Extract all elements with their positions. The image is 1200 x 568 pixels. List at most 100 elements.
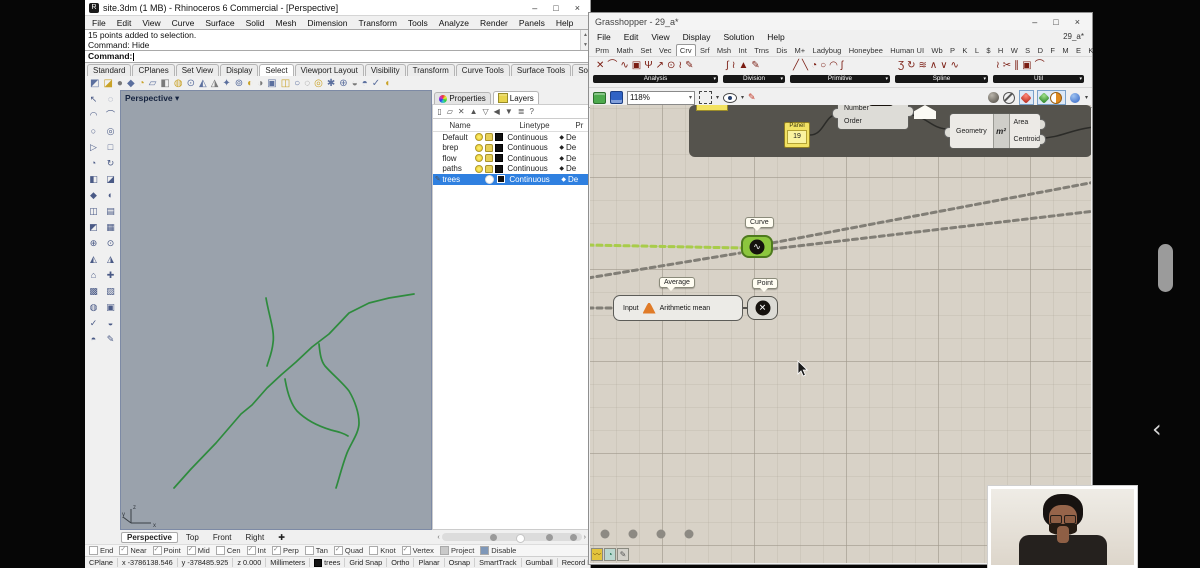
rhino-menu-item[interactable]: Transform bbox=[358, 18, 396, 28]
rhino-side-tool-icon[interactable]: ↻ bbox=[103, 157, 118, 170]
layer-toolbar-icon[interactable]: ▼ bbox=[505, 107, 513, 116]
rhino-tool-icon[interactable]: ◫ bbox=[281, 78, 290, 89]
osnap-toggle[interactable]: Near bbox=[119, 546, 146, 555]
tab-properties[interactable]: Properties bbox=[434, 92, 490, 104]
rhino-tool-icon[interactable]: ◎ bbox=[314, 78, 323, 89]
osnap-toggle[interactable]: Point bbox=[153, 546, 181, 555]
gh-component-tab[interactable]: K bbox=[959, 45, 970, 56]
viewport-tab-scrollbar[interactable]: ‹ › bbox=[437, 533, 586, 541]
ribbon-group-label[interactable]: Spline▾ bbox=[895, 75, 988, 83]
gh-component-icon[interactable]: ≋ bbox=[919, 59, 927, 73]
gh-curve-param-node[interactable]: ∿ bbox=[741, 235, 773, 258]
gh-component-tab[interactable]: H bbox=[995, 45, 1007, 56]
gh-component-icon[interactable]: ⊙ bbox=[667, 59, 675, 73]
rhino-side-tool-icon[interactable]: ↖ bbox=[86, 93, 101, 106]
gh-component-icon[interactable]: ∿ bbox=[951, 59, 959, 73]
gh-menu-item[interactable]: Solution bbox=[724, 32, 755, 42]
rhino-side-tool-icon[interactable]: ⊙ bbox=[103, 237, 118, 250]
rhino-side-tool-icon[interactable]: ○ bbox=[86, 125, 101, 138]
rhino-side-tool-icon[interactable]: ✚ bbox=[103, 269, 118, 282]
status-toggle[interactable]: Osnap bbox=[445, 558, 476, 567]
rhino-side-tool-icon[interactable]: □ bbox=[103, 141, 118, 154]
osnap-checkbox[interactable] bbox=[119, 546, 128, 555]
rhino-tool-icon[interactable]: ✦ bbox=[222, 78, 230, 89]
status-toggle[interactable]: Gumball bbox=[522, 558, 558, 567]
chevron-down-icon[interactable]: ▾ bbox=[1085, 94, 1088, 101]
gh-component-icon[interactable]: ↗ bbox=[656, 59, 664, 73]
rhino-toolbar-tab[interactable]: Transform bbox=[407, 64, 455, 76]
gh-component-tab[interactable]: Human UI bbox=[887, 45, 927, 56]
layer-lock-icon[interactable] bbox=[485, 144, 493, 152]
gh-component-tab[interactable]: Srf bbox=[697, 45, 713, 56]
gh-component-icon[interactable]: ∨ bbox=[940, 59, 947, 73]
osnap-toggle[interactable]: Disable bbox=[480, 546, 516, 555]
gh-component-icon[interactable]: ≀ bbox=[678, 59, 682, 73]
gh-component-icon[interactable]: ↻ bbox=[907, 59, 915, 73]
rhino-tool-icon[interactable]: ● bbox=[117, 78, 123, 89]
rhino-tool-icon[interactable]: ▱ bbox=[149, 78, 157, 89]
gh-component-icon[interactable]: ✎ bbox=[685, 59, 693, 73]
gh-average-component[interactable]: Input Arithmetic mean bbox=[613, 295, 743, 321]
gh-component-icon[interactable]: ⌒ bbox=[1035, 59, 1045, 73]
rhino-side-tool-icon[interactable]: ◍ bbox=[86, 301, 101, 314]
osnap-toggle[interactable]: Perp bbox=[272, 546, 299, 555]
gh-component-tab[interactable]: Crv bbox=[676, 44, 696, 56]
osnap-toggle[interactable]: Quad bbox=[334, 546, 363, 555]
layer-row[interactable]: paths Continuous ◆ De bbox=[433, 164, 589, 175]
viewport-tab[interactable]: Perspective bbox=[121, 532, 178, 543]
rhino-tool-icon[interactable]: ◓ bbox=[362, 78, 368, 89]
osnap-checkbox[interactable] bbox=[334, 546, 343, 555]
no-preview-icon[interactable] bbox=[1003, 91, 1016, 104]
layer-lock-icon[interactable] bbox=[485, 154, 493, 162]
rhino-menu-item[interactable]: Solid bbox=[246, 18, 265, 28]
rhino-side-tool-icon[interactable]: ▦ bbox=[103, 221, 118, 234]
tab-layers[interactable]: Layers bbox=[493, 91, 539, 104]
rhino-tool-icon[interactable]: ▣ bbox=[267, 78, 276, 89]
osnap-toggle[interactable]: Cen bbox=[216, 546, 241, 555]
rhino-toolbar-tab[interactable]: Standard bbox=[87, 64, 131, 76]
gh-panel-partial[interactable] bbox=[696, 105, 728, 111]
layer-visibility-bulb-icon[interactable] bbox=[475, 154, 483, 162]
rhino-tool-icon[interactable]: ◩ bbox=[90, 78, 99, 89]
selected-preview-icons[interactable] bbox=[1037, 90, 1066, 105]
ribbon-group-label[interactable]: Analysis▾ bbox=[593, 75, 718, 83]
window-control-button[interactable]: □ bbox=[553, 3, 558, 13]
rhino-tool-icon[interactable]: ◌ bbox=[304, 78, 310, 89]
status-toggle[interactable]: Planar bbox=[414, 558, 444, 567]
gh-component-tab[interactable]: K bbox=[1085, 45, 1096, 56]
osnap-toggle[interactable]: Vertex bbox=[402, 546, 434, 555]
gh-component-icon[interactable]: ʃ bbox=[841, 59, 843, 73]
rhino-side-tool-icon[interactable]: ◩ bbox=[86, 221, 101, 234]
osnap-checkbox[interactable] bbox=[216, 546, 225, 555]
gh-menu-item[interactable]: Edit bbox=[624, 32, 639, 42]
layer-toolbar-icon[interactable]: ✕ bbox=[458, 107, 465, 116]
gh-component-tab[interactable]: F bbox=[1047, 45, 1058, 56]
gh-component-tab[interactable]: D bbox=[1034, 45, 1046, 56]
rhino-menu-item[interactable]: Edit bbox=[117, 18, 132, 28]
layer-toolbar-icon[interactable]: ◀ bbox=[494, 107, 500, 116]
ribbon-group-label[interactable]: Division▾ bbox=[723, 75, 785, 83]
layer-visibility-bulb-icon[interactable] bbox=[475, 165, 483, 173]
status-active-layer[interactable]: trees bbox=[310, 558, 345, 567]
layer-toolbar-icon[interactable]: ▱ bbox=[447, 107, 453, 116]
gh-component-tab[interactable]: Int bbox=[735, 45, 750, 56]
rhino-tool-icon[interactable]: ◆ bbox=[127, 78, 135, 89]
rhino-tool-icon[interactable]: ⊕ bbox=[339, 78, 347, 89]
rhino-tool-icon[interactable]: ⊚ bbox=[235, 78, 243, 89]
gh-component-icon[interactable]: ∥ bbox=[1014, 59, 1019, 73]
layer-color-swatch[interactable] bbox=[497, 175, 505, 183]
osnap-toggle[interactable]: Mid bbox=[187, 546, 210, 555]
rhino-side-tool-icon[interactable]: ◠ bbox=[86, 109, 101, 122]
gh-component-tab[interactable]: Wb bbox=[928, 45, 946, 56]
rhino-toolbar-tab[interactable]: CPlanes bbox=[132, 64, 174, 76]
chevron-down-icon[interactable]: ▾ bbox=[741, 94, 744, 101]
rhino-side-tool-icon[interactable]: ▤ bbox=[103, 205, 118, 218]
rhino-menu-item[interactable]: Surface bbox=[205, 18, 234, 28]
rhino-tool-icon[interactable]: ◮ bbox=[211, 78, 219, 89]
rhino-tool-icon[interactable]: ◧ bbox=[160, 78, 169, 89]
gh-component-tab[interactable]: Math bbox=[613, 45, 636, 56]
gh-panel-node[interactable]: Panel 19 bbox=[784, 122, 810, 148]
ribbon-group-label[interactable]: Util▾ bbox=[993, 75, 1084, 83]
rhino-tool-icon[interactable]: ○ bbox=[294, 78, 300, 89]
rhino-side-tool-icon[interactable]: ◔ bbox=[86, 157, 101, 170]
